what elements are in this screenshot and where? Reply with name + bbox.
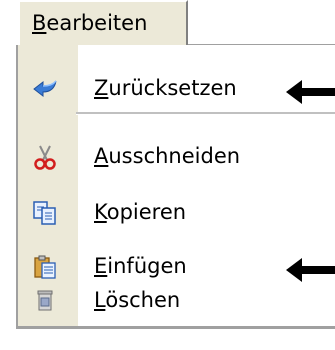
annotation-arrow-einfuegen <box>286 258 335 282</box>
dropdown-bottom-edge <box>16 326 335 329</box>
menu-item-label: Ausschneiden <box>94 144 241 168</box>
menu-item-loeschen[interactable]: Löschen <box>18 280 335 320</box>
copy-icon <box>32 200 58 226</box>
menu-title: Bearbeiten <box>32 8 147 38</box>
menu-item-ausschneiden[interactable]: Ausschneiden <box>18 136 335 176</box>
scissors-icon <box>32 144 58 170</box>
delete-bin-icon <box>32 288 58 314</box>
menubar-empty-area <box>188 0 335 45</box>
menu-item-label: Kopieren <box>94 200 187 224</box>
menu-bearbeiten[interactable]: Bearbeiten <box>18 0 188 45</box>
menu-item-label: Einfügen <box>94 254 187 278</box>
menu-item-label: Löschen <box>94 288 181 312</box>
paste-clipboard-icon <box>32 254 58 280</box>
menu-separator <box>76 112 335 115</box>
menu-item-label: Zurücksetzen <box>94 76 237 100</box>
screenshot-stage: Bearbeiten Zurücksetzen Ausschneiden Kop… <box>0 0 335 350</box>
undo-arrow-icon <box>32 76 58 102</box>
menu-title-rest: earbeiten <box>46 11 148 35</box>
menu-item-kopieren[interactable]: Kopieren <box>18 192 335 232</box>
annotation-arrow-zuruecksetzen <box>286 80 335 104</box>
menu-title-accelerator: B <box>32 11 47 35</box>
